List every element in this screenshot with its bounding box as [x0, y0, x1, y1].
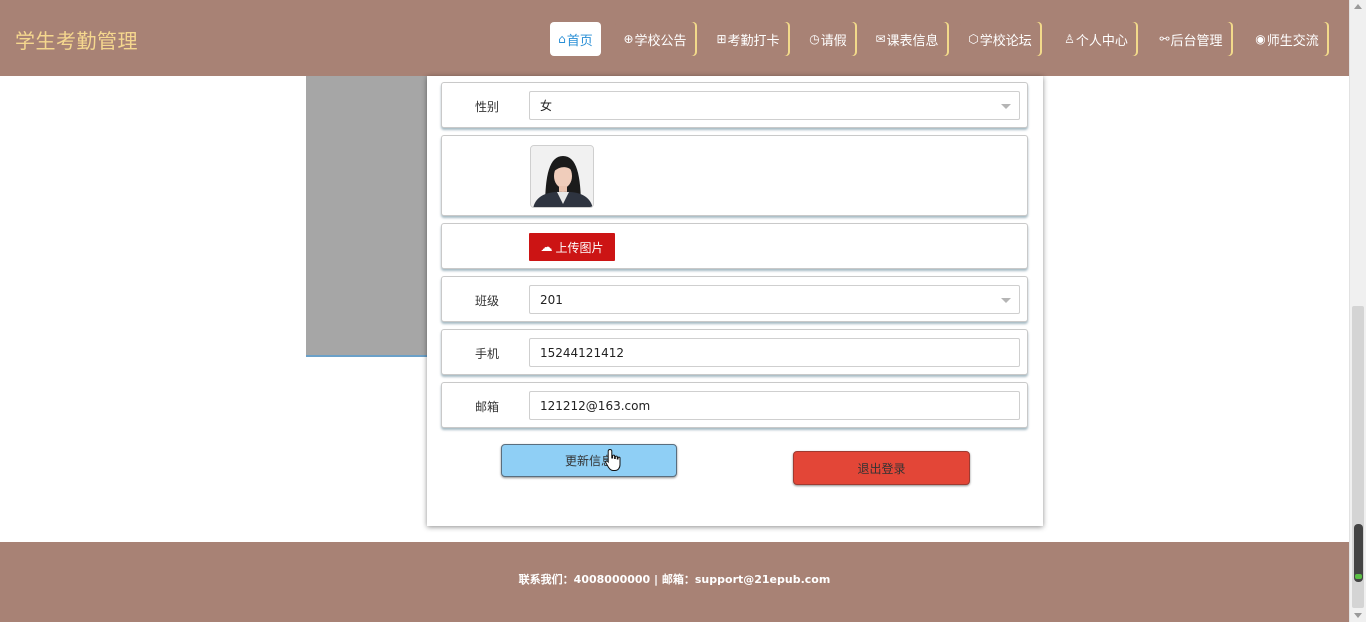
nav-school-notice[interactable]: ⊕ 学校公告 — [615, 22, 695, 56]
upload-image-label: 上传图片 — [555, 240, 604, 255]
logout-button[interactable]: 退出登录 — [793, 451, 970, 485]
nav-attendance-checkin[interactable]: ⊞ 考勤打卡 — [708, 22, 788, 56]
nav-teacher-student-chat-label: 师生交流 — [1266, 33, 1319, 49]
gender-label: 性别 — [475, 100, 500, 114]
nav-teacher-student-chat[interactable]: ◉ 师生交流 — [1247, 22, 1327, 56]
nav-timetable[interactable]: ✉ 课表信息 — [867, 22, 947, 56]
dropdown-caret-icon — [1001, 104, 1011, 109]
cube-icon: ⬡ — [968, 32, 979, 46]
phone-label: 手机 — [475, 347, 500, 361]
form-row-email: 邮箱 121212@163.com — [441, 382, 1028, 428]
gender-select[interactable]: 女 — [529, 91, 1020, 120]
avatar-photo[interactable] — [530, 145, 594, 208]
nav-home[interactable]: ⌂ 首页 — [550, 22, 601, 56]
nav-leave[interactable]: ◷ 请假 — [801, 22, 855, 56]
clock-icon: ◷ — [809, 32, 820, 46]
nav-personal-center-label: 个人中心 — [1075, 33, 1128, 49]
scroll-down-arrow-icon[interactable] — [1354, 613, 1362, 618]
form-row-phone: 手机 15244121412 — [441, 329, 1028, 375]
form-row-gender: 性别 女 — [441, 82, 1028, 128]
class-label: 班级 — [475, 294, 500, 308]
email-input-value: 121212@163.com — [540, 398, 651, 413]
nav-attendance-checkin-label: 考勤打卡 — [727, 33, 780, 49]
nav-admin-label: 后台管理 — [1170, 33, 1223, 49]
cloud-upload-icon: ☁ — [540, 240, 553, 254]
link-icon: ⚯ — [1159, 32, 1170, 46]
chat-bubble-icon: ◉ — [1255, 32, 1266, 46]
grid-icon: ⊞ — [716, 32, 727, 46]
gender-select-value: 女 — [540, 99, 553, 113]
nav-home-label: 首页 — [566, 33, 593, 49]
class-select[interactable]: 201 — [529, 285, 1020, 314]
scroll-up-arrow-icon[interactable] — [1354, 4, 1362, 9]
home-icon: ⌂ — [558, 32, 566, 46]
nav-leave-label: 请假 — [820, 33, 847, 49]
mail-icon: ✉ — [875, 32, 886, 46]
email-label: 邮箱 — [475, 400, 500, 414]
hand-cursor-icon — [605, 448, 621, 471]
footer: 联系我们：4008000000 | 邮箱：support@21epub.com — [0, 542, 1349, 622]
avatar-portrait-icon — [531, 146, 593, 207]
nav-school-notice-label: 学校公告 — [634, 33, 687, 49]
page-scrollbar[interactable] — [1349, 0, 1366, 622]
nav-school-forum-label: 学校论坛 — [979, 33, 1032, 49]
nav-personal-center[interactable]: ♙ 个人中心 — [1056, 22, 1136, 56]
class-select-value: 201 — [540, 292, 563, 307]
form-row-upload: ☁ 上传图片 — [441, 223, 1028, 269]
nav-school-forum[interactable]: ⬡ 学校论坛 — [960, 22, 1040, 56]
sidebar-panel — [306, 76, 428, 357]
scrollbar-thumb[interactable] — [1354, 524, 1363, 582]
footer-contact-text: 联系我们：4008000000 | 邮箱：support@21epub.com — [518, 573, 831, 586]
user-icon: ♙ — [1064, 32, 1075, 46]
dropdown-caret-icon — [1001, 298, 1011, 303]
email-input[interactable]: 121212@163.com — [529, 391, 1020, 420]
form-row-class: 班级 201 — [441, 276, 1028, 322]
phone-input-value: 15244121412 — [540, 345, 624, 360]
nav-timetable-label: 课表信息 — [886, 33, 939, 49]
phone-input[interactable]: 15244121412 — [529, 338, 1020, 367]
upload-image-button[interactable]: ☁ 上传图片 — [529, 233, 615, 261]
globe-icon: ⊕ — [623, 32, 634, 46]
update-info-button[interactable]: 更新信息 — [501, 444, 677, 477]
form-row-photo — [441, 135, 1028, 216]
nav-admin[interactable]: ⚯ 后台管理 — [1151, 22, 1231, 56]
app-title: 学生考勤管理 — [15, 29, 138, 53]
